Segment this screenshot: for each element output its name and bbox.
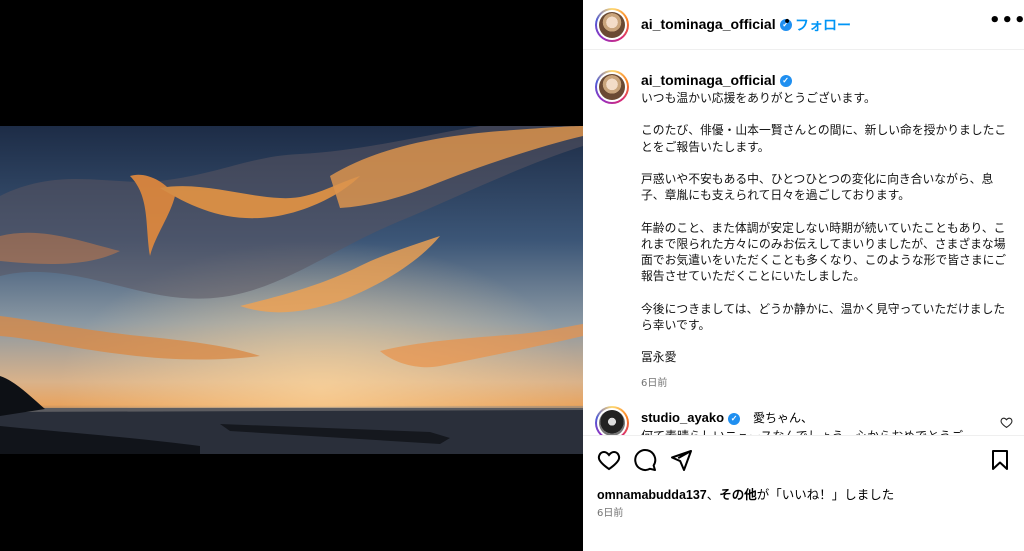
header-username[interactable]: ai_tominaga_official ✓ xyxy=(641,16,792,32)
comment-like-heart-icon[interactable] xyxy=(1000,416,1013,429)
heart-icon[interactable] xyxy=(597,448,621,472)
post-timestamp[interactable]: 6日前 xyxy=(597,504,623,519)
caption-timestamp[interactable]: 6日前 xyxy=(641,374,667,389)
likes-others-link[interactable]: その他 xyxy=(719,488,757,502)
action-bar: omnamabudda137、その他が「いいね！」しました 6日前 xyxy=(583,435,1024,551)
share-icon[interactable] xyxy=(669,448,693,472)
likes-summary: omnamabudda137、その他が「いいね！」しました xyxy=(597,488,895,502)
caption-avatar[interactable] xyxy=(595,70,629,104)
comments-section[interactable]: ai_tominaga_official ✓ いつも温かい応援をありがとうございま… xyxy=(583,51,1024,435)
caption-text: いつも温かい応援をありがとうございます。 このたび、俳優・山本一賢さんとの間に、… xyxy=(641,91,1007,365)
comment-username[interactable]: studio_ayako ✓ xyxy=(641,410,741,425)
bookmark-icon[interactable] xyxy=(988,448,1012,472)
caption-username[interactable]: ai_tominaga_official ✓ xyxy=(641,72,792,88)
comment-icon[interactable] xyxy=(633,448,657,472)
header-avatar[interactable] xyxy=(595,8,629,42)
post-photo-sunset[interactable] xyxy=(0,126,583,454)
post-header: ai_tominaga_official ✓ • フォロー ••• xyxy=(583,0,1024,50)
comment-text-continued: 何て素晴らしいニュースなんでしょう。心からおめでとうご xyxy=(641,427,963,435)
follow-button[interactable]: フォロー xyxy=(795,15,851,35)
verified-badge-icon: ✓ xyxy=(728,412,741,425)
likes-username[interactable]: omnamabudda137 xyxy=(597,488,707,502)
comment-avatar[interactable] xyxy=(595,406,629,435)
comment-text: 愛ちゃん、 xyxy=(753,411,814,425)
post-panel: ai_tominaga_official ✓ • フォロー ••• ai_tomi… xyxy=(583,0,1024,551)
verified-badge-icon: ✓ xyxy=(779,75,792,88)
post-media xyxy=(0,0,583,551)
header-separator: • xyxy=(783,14,792,30)
more-options-icon[interactable]: ••• xyxy=(989,10,1024,31)
